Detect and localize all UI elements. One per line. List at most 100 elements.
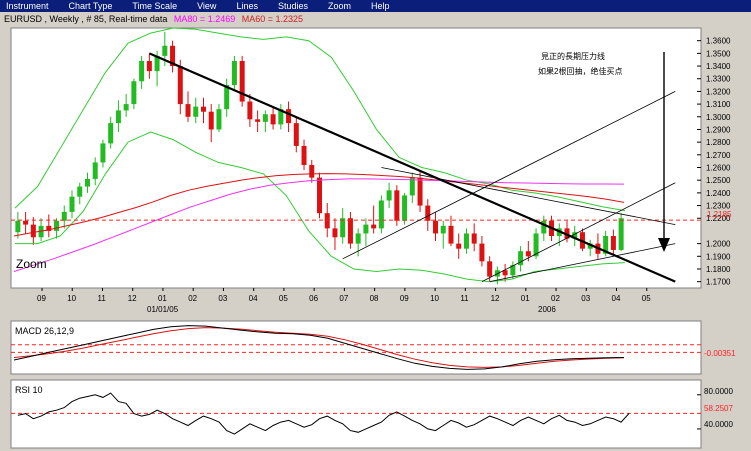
- candle-down: [332, 228, 338, 238]
- candle-up: [61, 211, 67, 221]
- menu-bar: Instrument Chart Type Time Scale View Li…: [0, 0, 751, 12]
- month-label: 09: [400, 294, 409, 303]
- candle-down: [525, 251, 531, 257]
- month-label: 10: [67, 294, 76, 303]
- menu-chart-type[interactable]: Chart Type: [69, 0, 113, 12]
- price-axis-label: 1.3500: [706, 49, 731, 58]
- menu-time-scale[interactable]: Time Scale: [132, 0, 177, 12]
- menu-view[interactable]: View: [197, 0, 216, 12]
- price-axis-label: 1.2600: [706, 164, 731, 173]
- rsi-axis-level: 58.2507: [704, 404, 733, 413]
- ma80-label: MA80 = 1.2469: [173, 14, 236, 24]
- price-axis-label: 1.2000: [706, 240, 731, 249]
- price-axis-label: 1.2800: [706, 138, 731, 147]
- month-label: 05: [279, 294, 288, 303]
- chart-info-bar: EURUSD , Weekly , # 85, Real-time data M…: [0, 12, 751, 26]
- candle-up: [216, 109, 222, 130]
- price-axis: 1.3600 1.3500 1.3400 1.3300 1.3200 1.3100 1.30…: [697, 37, 731, 287]
- month-label: 12: [491, 294, 500, 303]
- candle-down: [487, 261, 493, 277]
- candle-up: [115, 110, 121, 124]
- candle-up: [402, 195, 408, 221]
- candle-up: [193, 106, 199, 117]
- candle-down: [301, 145, 307, 165]
- menu-lines[interactable]: Lines: [236, 0, 258, 12]
- candle-up: [92, 162, 98, 179]
- candle-up: [162, 45, 168, 56]
- month-label: 03: [581, 294, 590, 303]
- candle-down: [30, 224, 36, 238]
- candle-down: [146, 60, 152, 72]
- menu-studies[interactable]: Studies: [278, 0, 308, 12]
- price-axis-label: 1.3200: [706, 87, 731, 96]
- macd-value-label: -0.00351: [704, 349, 736, 358]
- candle-down: [23, 220, 29, 225]
- month-label: 02: [551, 294, 560, 303]
- year-label-2005: 01/01/05: [147, 305, 179, 314]
- month-label: 01: [521, 294, 530, 303]
- month-label: 06: [309, 294, 318, 303]
- price-axis-label: 1.2500: [706, 176, 731, 185]
- month-label: 05: [642, 294, 651, 303]
- month-label: 10: [430, 294, 439, 303]
- price-axis-label: 1.1800: [706, 265, 731, 274]
- candle-down: [324, 213, 330, 229]
- price-axis-label: 1.1900: [706, 252, 731, 261]
- candle-down: [200, 106, 206, 112]
- rsi-axis-40: 40.0000: [704, 420, 733, 429]
- price-axis-label: 1.3300: [706, 75, 731, 84]
- price-axis-label: 1.2700: [706, 151, 731, 160]
- candle-up: [386, 190, 392, 201]
- candle-up: [378, 200, 384, 229]
- candle-down: [347, 218, 353, 244]
- month-label: 03: [218, 294, 227, 303]
- menu-instrument[interactable]: Instrument: [6, 0, 49, 12]
- zoom-label[interactable]: Zoom: [16, 257, 47, 271]
- price-axis-label: 1.2400: [706, 189, 731, 198]
- ma60-label: MA60 = 1.2325: [241, 14, 304, 24]
- candle-down: [479, 243, 485, 262]
- candle-up: [463, 233, 469, 249]
- menu-help[interactable]: Help: [371, 0, 390, 12]
- price-axis-label: 1.3600: [706, 37, 731, 46]
- month-label: 12: [128, 294, 137, 303]
- month-label: 02: [188, 294, 197, 303]
- candle-down: [317, 177, 322, 214]
- rsi-panel[interactable]: [10, 379, 702, 449]
- macd-panel[interactable]: [10, 320, 702, 375]
- candle-up: [340, 218, 346, 238]
- price-axis-label: 1.3100: [706, 100, 731, 109]
- annotation-line-1: 見正的長期压力线: [541, 51, 605, 61]
- candle-up: [262, 114, 268, 122]
- annotation-line-2: 如果2根回抽，绝佳买点: [538, 66, 622, 76]
- candle-up: [77, 186, 83, 197]
- candle-down: [293, 123, 299, 146]
- price-axis-label: 1.3000: [706, 113, 731, 122]
- candle-up: [69, 196, 75, 212]
- rsi-title: RSI 10: [15, 385, 43, 395]
- candle-down: [309, 164, 315, 178]
- candle-up: [139, 60, 145, 82]
- candle-down: [270, 114, 276, 125]
- symbol-info: EURUSD , Weekly , # 85, Real-time data: [4, 14, 168, 24]
- candle-up: [15, 220, 21, 233]
- candle-down: [433, 220, 439, 234]
- candle-down: [417, 177, 423, 206]
- candle-down: [456, 243, 462, 249]
- candle-down: [448, 225, 454, 244]
- month-label: 08: [370, 294, 379, 303]
- chart-area[interactable]: 1.3600 1.3500 1.3400 1.3300 1.3200 1.3100 1.30…: [0, 26, 751, 451]
- month-label: 04: [612, 294, 621, 303]
- candle-down: [255, 119, 261, 122]
- candle-down: [610, 236, 616, 250]
- menu-zoom[interactable]: Zoom: [328, 0, 351, 12]
- year-label-2006: 2006: [538, 305, 556, 314]
- time-axis: 09 10 11 12 01 02 03 04 05 06 07 08 09 10 11 12 01 02 03 04…: [37, 288, 651, 303]
- candle-up: [100, 143, 106, 163]
- candle-down: [471, 233, 477, 244]
- candle-down: [247, 101, 253, 120]
- candle-up: [231, 60, 237, 86]
- month-label: 01: [158, 294, 167, 303]
- month-label: 11: [97, 294, 106, 303]
- candle-up: [108, 123, 114, 144]
